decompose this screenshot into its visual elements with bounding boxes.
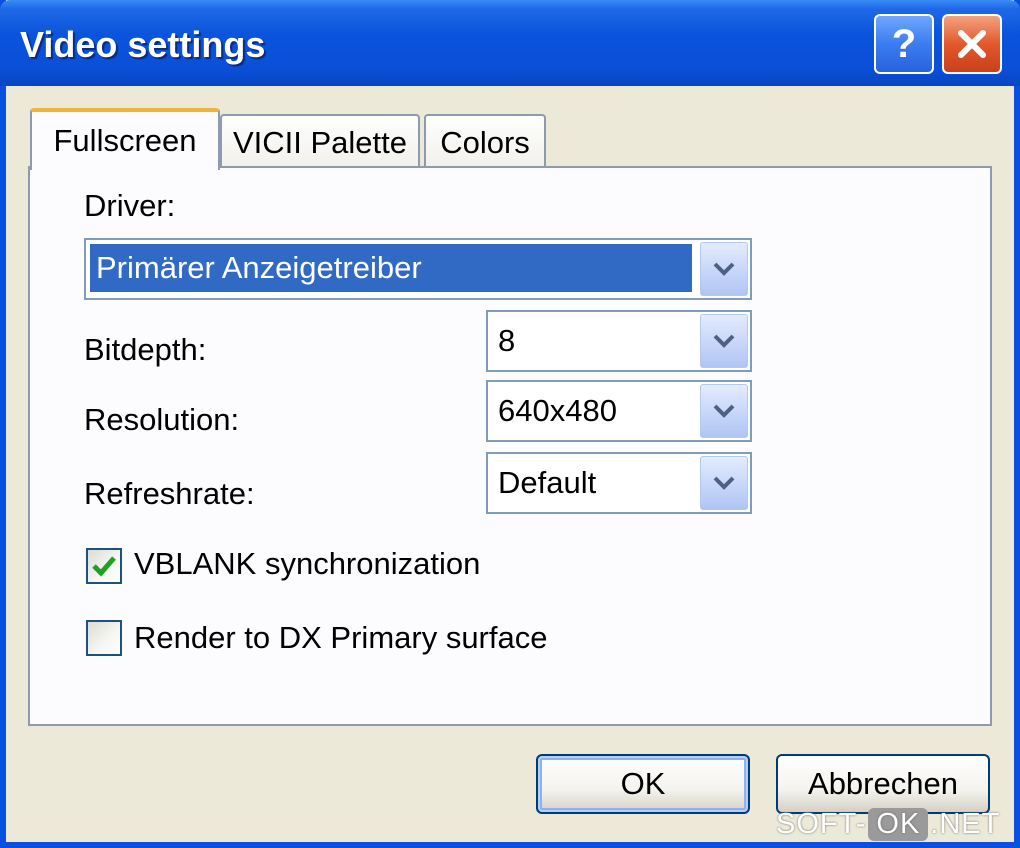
tab-panel-fullscreen: Driver: Primärer Anzeigetreiber Bitdepth… xyxy=(28,166,992,726)
chevron-down-icon xyxy=(713,476,735,490)
refreshrate-dropdown-button[interactable] xyxy=(700,456,748,510)
bitdepth-select[interactable]: 8 xyxy=(486,310,752,372)
refreshrate-label: Refreshrate: xyxy=(84,476,255,511)
driver-label: Driver: xyxy=(84,188,176,223)
watermark-suffix: .NET xyxy=(930,808,1001,840)
render-dx-checkbox[interactable] xyxy=(86,620,122,656)
tab-colors[interactable]: Colors xyxy=(424,114,546,170)
watermark-box: OK xyxy=(868,808,929,841)
tab-fullscreen[interactable]: Fullscreen xyxy=(30,108,220,170)
close-icon xyxy=(958,30,986,58)
refreshrate-value: Default xyxy=(498,465,597,500)
tab-vicii-palette[interactable]: VICII Palette xyxy=(220,114,420,170)
resolution-select[interactable]: 640x480 xyxy=(486,380,752,442)
vblank-label[interactable]: VBLANK synchronization xyxy=(134,546,480,582)
driver-dropdown-button[interactable] xyxy=(700,242,748,296)
video-settings-dialog: Video settings ? Fullscreen VICII Palett… xyxy=(0,0,1020,848)
checkmark-icon xyxy=(92,556,116,577)
refreshrate-select[interactable]: Default xyxy=(486,452,752,514)
chevron-down-icon xyxy=(713,262,735,276)
window-title: Video settings xyxy=(20,24,266,65)
render-dx-label[interactable]: Render to DX Primary surface xyxy=(134,620,547,656)
watermark-prefix: SOFT- xyxy=(776,808,867,840)
title-bar[interactable]: Video settings ? xyxy=(0,0,1020,86)
bitdepth-dropdown-button[interactable] xyxy=(700,314,748,368)
help-icon: ? xyxy=(891,21,917,66)
resolution-label: Resolution: xyxy=(84,402,240,437)
chevron-down-icon xyxy=(713,334,735,348)
driver-select[interactable]: Primärer Anzeigetreiber xyxy=(84,238,752,300)
vblank-checkbox[interactable] xyxy=(86,548,122,584)
help-button[interactable]: ? xyxy=(874,14,934,74)
resolution-value: 640x480 xyxy=(498,393,617,428)
bitdepth-label: Bitdepth: xyxy=(84,332,207,367)
resolution-dropdown-button[interactable] xyxy=(700,384,748,438)
chevron-down-icon xyxy=(713,404,735,418)
watermark: SOFT- OK .NET xyxy=(776,808,1000,841)
cancel-button[interactable]: Abbrechen xyxy=(776,754,990,814)
bitdepth-value: 8 xyxy=(498,323,516,358)
close-button[interactable] xyxy=(942,14,1002,74)
driver-value: Primärer Anzeigetreiber xyxy=(90,244,692,292)
ok-button[interactable]: OK xyxy=(536,754,750,814)
